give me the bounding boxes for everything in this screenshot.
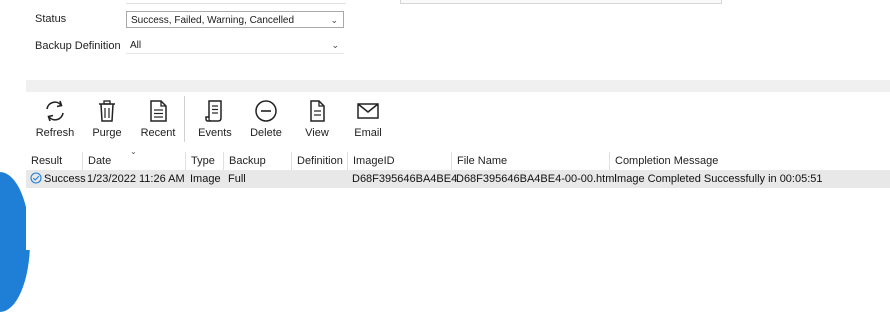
column-header-result[interactable]: Result: [26, 152, 82, 170]
column-header-backup-type[interactable]: Backup Type: [223, 152, 291, 185]
status-label: Status: [35, 13, 67, 25]
left-strip: [0, 0, 30, 312]
backup-history-panel: Status Success, Failed, Warning, Cancell…: [26, 0, 890, 250]
email-label: Email: [354, 127, 382, 139]
purge-button[interactable]: Purge: [81, 96, 133, 144]
cell-date: 1/23/2022 11:26 AM: [87, 173, 185, 185]
events-button[interactable]: Events: [189, 96, 241, 144]
chevron-down-icon: ⌄: [330, 15, 338, 25]
events-log-icon: [205, 100, 222, 122]
chevron-down-icon: ⌄: [331, 40, 339, 50]
view-label: View: [305, 127, 329, 139]
minus-circle-icon: [255, 100, 277, 122]
cell-completion-message: Image Completed Successfully in 00:05:51: [614, 173, 823, 185]
refresh-icon: [46, 100, 64, 122]
backup-definition-dropdown[interactable]: All ⌄: [126, 37, 344, 54]
cell-definition: [291, 170, 347, 188]
envelope-icon: [357, 103, 379, 119]
cell-backup-type: Full: [228, 173, 246, 185]
refresh-button[interactable]: Refresh: [29, 96, 81, 144]
backup-definition-label: Backup Definition: [35, 40, 121, 52]
table-row[interactable]: Success 1/23/2022 11:26 AM Image Full D6…: [26, 170, 890, 188]
delete-button[interactable]: Delete: [240, 96, 292, 144]
cell-result: Success: [26, 170, 86, 188]
column-header-definition[interactable]: Definition: [291, 152, 347, 170]
status-dropdown[interactable]: Success, Failed, Warning, Cancelled ⌄: [126, 11, 344, 28]
column-header-image-id[interactable]: ImageID: [347, 152, 451, 170]
table-header: ⌄ Result Date Type Backup Type Definitio…: [26, 147, 890, 185]
cell-image-id: D68F395646BA4BE4: [352, 173, 458, 185]
column-header-file-name[interactable]: File Name: [451, 152, 609, 170]
file-text-icon: [310, 100, 325, 122]
filter-area: Status Success, Failed, Warning, Cancell…: [26, 0, 890, 80]
toolbar-separator: [184, 96, 185, 142]
email-button[interactable]: Email: [342, 96, 394, 144]
success-check-icon: [30, 172, 42, 184]
toolbar: Refresh Purge Recent Events Delete View …: [26, 92, 890, 147]
column-header-date[interactable]: Date: [82, 152, 185, 170]
backup-definition-value: All: [130, 40, 142, 51]
column-header-completion-message[interactable]: Completion Message: [609, 152, 890, 170]
cell-type: Image: [190, 173, 221, 185]
cell-file-name: D68F395646BA4BE4-00-00.html: [456, 173, 617, 185]
events-label: Events: [198, 127, 232, 139]
section-divider: [26, 80, 890, 92]
view-button[interactable]: View: [291, 96, 343, 144]
delete-label: Delete: [250, 127, 282, 139]
recent-label: Recent: [140, 127, 176, 139]
trash-icon: [99, 100, 115, 122]
refresh-label: Refresh: [35, 127, 75, 139]
document-icon: [150, 100, 167, 122]
status-dropdown-value: Success, Failed, Warning, Cancelled: [131, 15, 295, 26]
partial-field-top-left: [126, 0, 346, 4]
column-header-type[interactable]: Type: [185, 152, 223, 170]
partial-field-top-right[interactable]: [400, 0, 722, 4]
cell-result-text: Success: [44, 173, 86, 185]
purge-label: Purge: [92, 127, 122, 139]
recent-button[interactable]: Recent: [132, 96, 184, 144]
